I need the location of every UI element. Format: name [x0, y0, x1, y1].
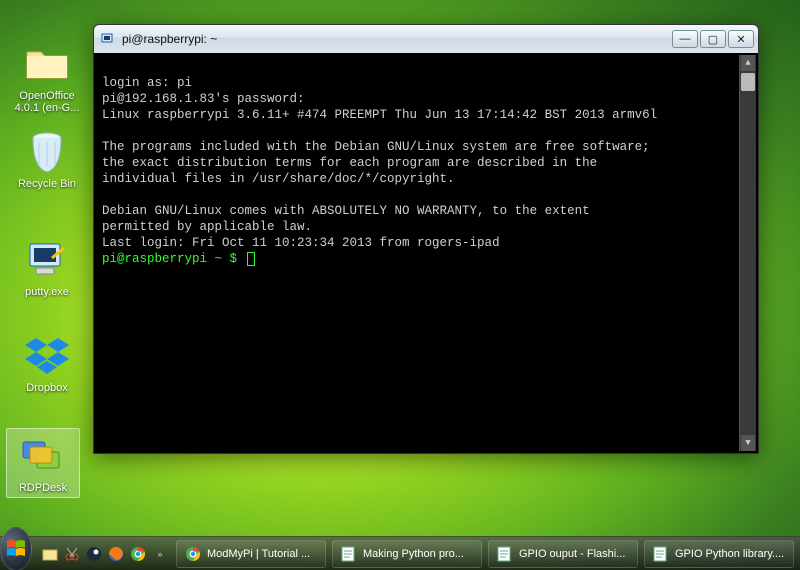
taskbar-button-modmypi[interactable]: ModMyPi | Tutorial ...: [176, 540, 326, 568]
quick-launch: »: [40, 543, 170, 565]
steam-icon: [86, 546, 102, 562]
window-title: pi@raspberrypi: ~: [122, 32, 670, 46]
terminal-line: Linux raspberrypi 3.6.11+ #474 PREEMPT T…: [102, 108, 657, 122]
scissors-icon: [64, 546, 80, 562]
ql-firefox[interactable]: [106, 543, 126, 565]
desktop-icon-openoffice[interactable]: OpenOffice 4.0.1 (en-G...: [10, 40, 84, 114]
close-button[interactable]: ✕: [728, 30, 754, 48]
scroll-down-icon[interactable]: ▼: [741, 435, 755, 451]
page-icon: [341, 546, 357, 562]
titlebar[interactable]: pi@raspberrypi: ~ — ▢ ✕: [94, 25, 758, 53]
terminal-line: individual files in /usr/share/doc/*/cop…: [102, 172, 455, 186]
taskbar[interactable]: » ModMyPi | Tutorial ... Making Python p…: [0, 536, 800, 570]
chrome-icon: [185, 546, 201, 562]
ql-steam[interactable]: [84, 543, 104, 565]
trash-icon: [23, 128, 71, 176]
minimize-button[interactable]: —: [672, 30, 698, 48]
page-icon: [497, 546, 513, 562]
ql-explorer[interactable]: [40, 543, 60, 565]
scroll-up-icon[interactable]: ▲: [741, 55, 755, 71]
terminal-prompt: pi@raspberrypi ~ $: [102, 252, 245, 266]
terminal-line: Last login: Fri Oct 11 10:23:34 2013 fro…: [102, 236, 500, 250]
desktop-icon-putty[interactable]: putty.exe: [10, 236, 84, 298]
terminal-line: The programs included with the Debian GN…: [102, 140, 650, 154]
chevron-right-icon: »: [157, 549, 162, 559]
desktop-icon-rdpdesk[interactable]: RDPDesk: [6, 428, 80, 498]
icon-label: putty.exe: [10, 286, 84, 298]
rdp-icon: [19, 432, 67, 480]
desktop-icon-dropbox[interactable]: Dropbox: [10, 332, 84, 394]
taskbar-button-gpio-lib[interactable]: GPIO Python library....: [644, 540, 794, 568]
icon-label: Dropbox: [10, 382, 84, 394]
terminal-line: permitted by applicable law.: [102, 220, 312, 234]
terminal-body[interactable]: login as: pi pi@192.168.1.83's password:…: [94, 53, 758, 453]
putty-icon: [100, 31, 116, 47]
cursor-icon: [247, 252, 255, 266]
taskbar-button-gpio-out[interactable]: GPIO ouput - Flashi...: [488, 540, 638, 568]
taskbar-button-label: ModMyPi | Tutorial ...: [207, 548, 310, 560]
icon-label: OpenOffice 4.0.1 (en-G...: [10, 90, 84, 114]
terminal-line: Debian GNU/Linux comes with ABSOLUTELY N…: [102, 204, 590, 218]
maximize-button[interactable]: ▢: [700, 30, 726, 48]
page-icon: [653, 546, 669, 562]
firefox-icon: [108, 546, 124, 562]
taskbar-button-label: GPIO ouput - Flashi...: [519, 548, 625, 560]
explorer-icon: [42, 546, 58, 562]
desktop-icon-recyclebin[interactable]: Recycle Bin: [10, 128, 84, 190]
scrollbar[interactable]: ▲ ▼: [739, 55, 756, 451]
taskbar-button-label: Making Python pro...: [363, 548, 464, 560]
start-button[interactable]: [0, 527, 32, 570]
chrome-icon: [130, 546, 146, 562]
ql-scissors[interactable]: [62, 543, 82, 565]
taskbar-button-label: GPIO Python library....: [675, 548, 784, 560]
terminal-line: login as: pi: [102, 76, 192, 90]
scroll-thumb[interactable]: [741, 73, 755, 91]
putty-icon: [23, 236, 71, 284]
terminal-window[interactable]: pi@raspberrypi: ~ — ▢ ✕ login as: pi pi@…: [93, 24, 759, 454]
ql-chrome[interactable]: [128, 543, 148, 565]
icon-label: Recycle Bin: [10, 178, 84, 190]
windows-logo-icon: [3, 536, 29, 562]
terminal-line: the exact distribution terms for each pr…: [102, 156, 597, 170]
icon-label: RDPDesk: [10, 482, 76, 494]
taskbar-button-python[interactable]: Making Python pro...: [332, 540, 482, 568]
dropbox-icon: [23, 332, 71, 380]
terminal-line: pi@192.168.1.83's password:: [102, 92, 305, 106]
ql-expand[interactable]: »: [150, 543, 170, 565]
folder-icon: [23, 40, 71, 88]
